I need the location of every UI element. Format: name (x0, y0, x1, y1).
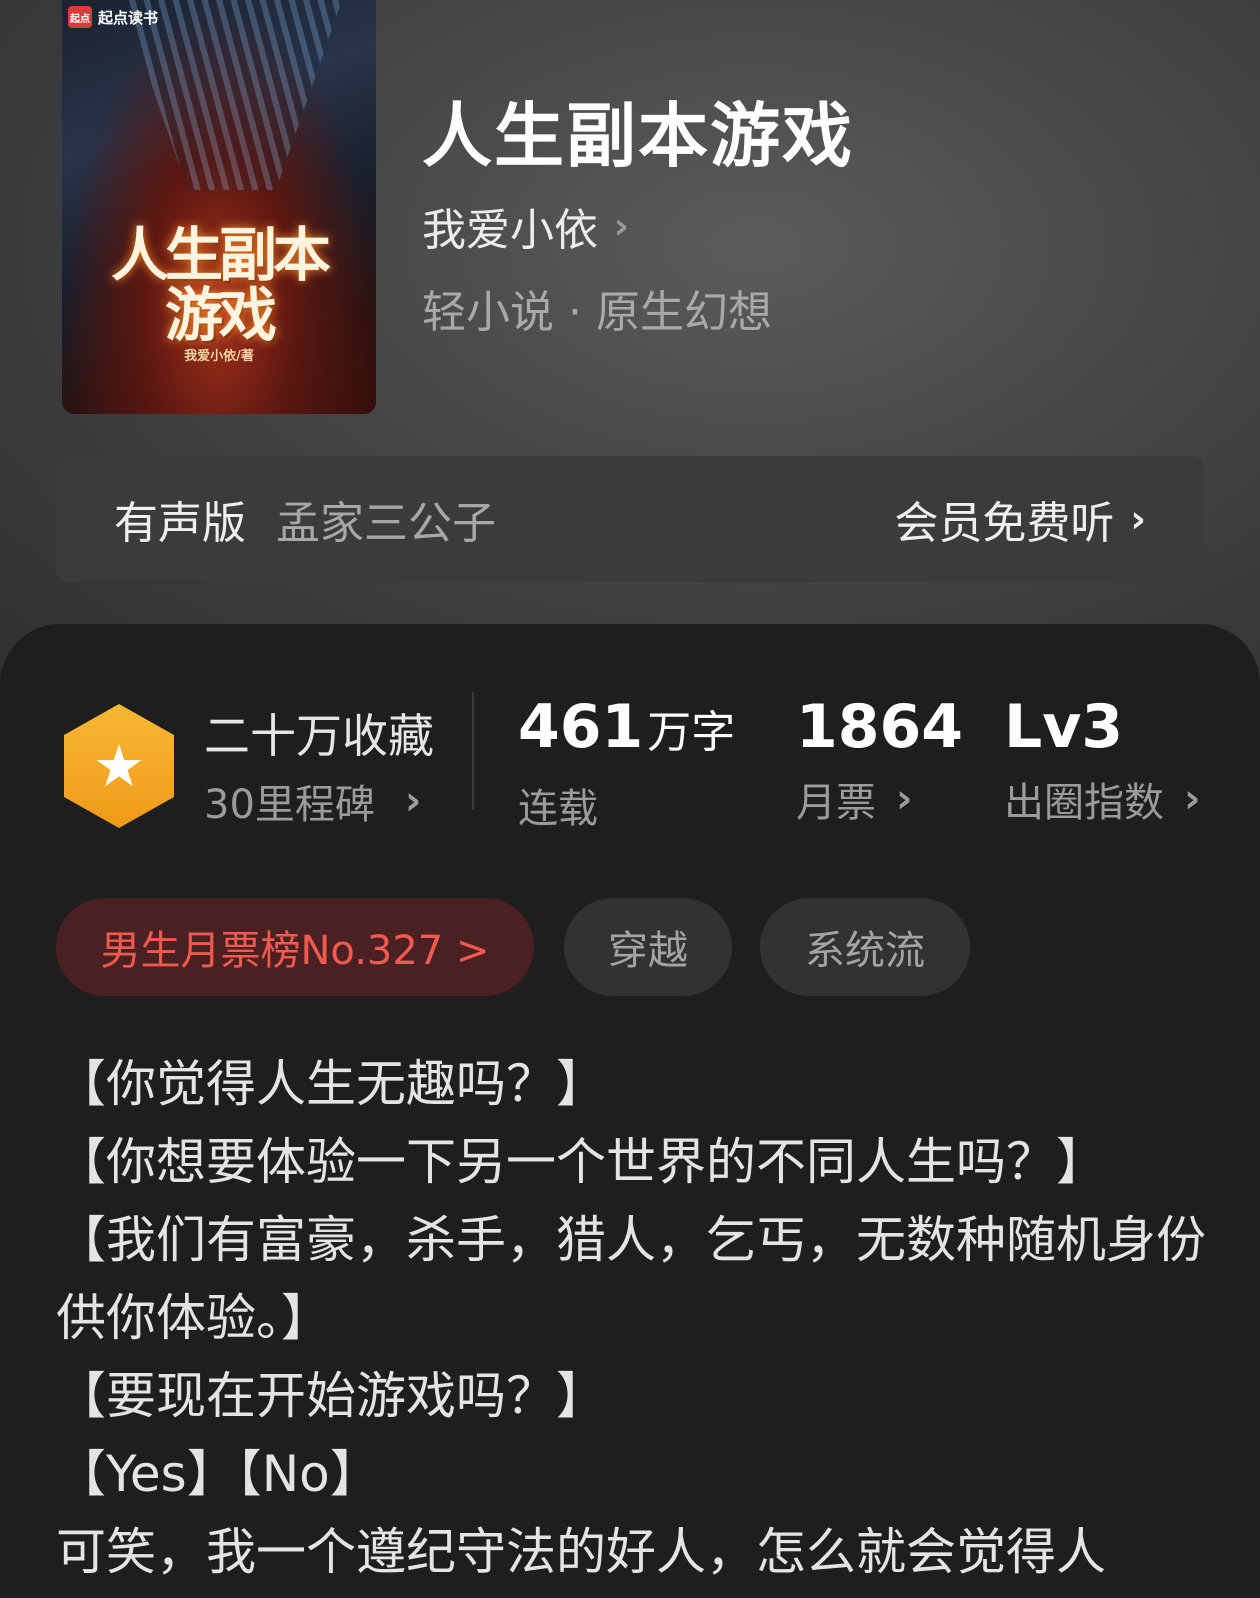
synopsis-line: 【Yes】【No】 (56, 1445, 380, 1503)
cover-badge-text: 起点读书 (98, 8, 159, 27)
synopsis-line: 【你想要体验一下另一个世界的不同人生吗？】 (56, 1133, 1106, 1191)
word-count-stat: 461万字 连载 (518, 690, 735, 834)
popularity-index-label: 出圈指数 (1004, 780, 1164, 826)
author-link[interactable]: 我爱小依 › (422, 194, 629, 258)
synopsis-line: 可笑，我一个遵纪守法的好人，怎么就会觉得人 (56, 1523, 1106, 1581)
word-count-unit: 万字 (647, 707, 736, 758)
serial-status: 连载 (518, 786, 598, 832)
monthly-ticket-value: 1864 (796, 692, 963, 762)
milestone-link[interactable]: 30里程碑 › (204, 772, 421, 830)
cover-art-city (122, 0, 342, 190)
favorites-count: 二十万收藏 (204, 709, 434, 763)
audiobook-narrator: 孟家三公子 (276, 498, 496, 549)
popularity-index-stat[interactable]: Lv3 出圈指数 › (1004, 690, 1200, 828)
monthly-ticket-rank-tag[interactable]: 男生月票榜No.327 > (56, 898, 534, 996)
chevron-right-icon: › (1184, 776, 1201, 822)
genre-label: 轻小说 · 原生幻想 (422, 287, 772, 338)
cover-title-line2: 游戏 (164, 281, 277, 349)
qidian-logo-icon: 起点 (68, 6, 92, 28)
synopsis-line: 【要现在开始游戏吗？】 (56, 1367, 606, 1425)
author-name: 我爱小依 (422, 205, 598, 256)
member-listen-free-label: 会员免费听 (894, 498, 1115, 549)
book-title: 人生副本游戏 (422, 94, 854, 177)
cover-title-line1: 人生副本 (110, 221, 331, 289)
monthly-ticket-stat[interactable]: 1864 月票 › (796, 690, 963, 828)
synopsis[interactable]: 【你觉得人生无趣吗？】 【你想要体验一下另一个世界的不同人生吗？】 【我们有富豪… (56, 1045, 1216, 1591)
word-count-value: 461 (518, 692, 644, 762)
cover-title-art: 人生副本 游戏 (62, 225, 376, 345)
tag-time-travel[interactable]: 穿越 (564, 898, 732, 996)
synopsis-line: 【我们有富豪，杀手，猎人，乞丐，无数种随机身份供你体验。】 (56, 1211, 1206, 1347)
monthly-ticket-label: 月票 (796, 780, 876, 826)
audiobook-bar[interactable]: 有声版 孟家三公子 会员免费听 › (56, 456, 1204, 582)
tag-system[interactable]: 系统流 (760, 898, 970, 996)
chevron-right-icon: › (896, 776, 913, 822)
audiobook-label: 有声版 (114, 498, 246, 549)
milestone-label: 30里程碑 (204, 782, 375, 828)
book-detail-page: 起点 起点读书 人生副本 游戏 我爱小依/著 人生副本游戏 我爱小依 › 轻小说… (0, 0, 1260, 1598)
book-cover[interactable]: 起点 起点读书 人生副本 游戏 我爱小依/著 (62, 0, 376, 414)
member-listen-free-button[interactable]: 会员免费听 › (894, 487, 1146, 551)
stats-divider (472, 692, 474, 810)
chevron-right-icon: › (1130, 497, 1146, 541)
chevron-right-icon: › (404, 778, 422, 824)
chevron-right-icon: › (614, 205, 629, 247)
synopsis-line: 【你觉得人生无趣吗？】 (56, 1055, 606, 1113)
cover-publisher-badge: 起点 起点读书 (68, 6, 158, 28)
popularity-level-value: Lv3 (1004, 692, 1124, 762)
cover-author-credit: 我爱小依/著 (184, 349, 254, 364)
